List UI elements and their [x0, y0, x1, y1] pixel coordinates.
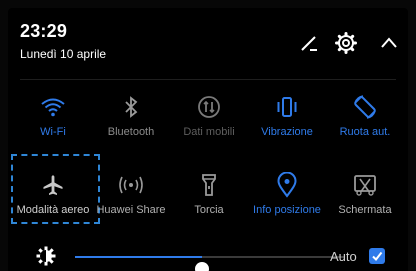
- huawei-share-icon: [94, 171, 168, 199]
- tile-label: Modalità aereo: [16, 204, 90, 216]
- tile-auto-rotate[interactable]: Ruota aut.: [328, 93, 402, 149]
- tile-vibration[interactable]: Vibrazione: [250, 93, 324, 149]
- airplane-icon: [16, 171, 90, 199]
- tile-label: Huawei Share: [96, 204, 166, 216]
- tile-mobile-data[interactable]: Dati mobili: [172, 93, 246, 149]
- brightness-slider[interactable]: [75, 256, 345, 271]
- tile-label: Ruota aut.: [339, 126, 391, 138]
- checkmark-icon: [372, 251, 383, 262]
- quick-settings-panel: 23:29 Lunedì 10 aprile Wi-Fi Bluetooth D…: [8, 8, 408, 271]
- pencil-edit-icon[interactable]: [296, 30, 322, 56]
- wifi-icon: [16, 93, 90, 121]
- date-label: Lunedì 10 aprile: [20, 47, 107, 61]
- brightness-row: Auto: [8, 244, 408, 271]
- tile-flashlight[interactable]: Torcia: [172, 171, 246, 227]
- screenshot-icon: [328, 171, 402, 199]
- tile-label: Wi-Fi: [40, 126, 66, 138]
- tile-location[interactable]: Info posizione: [250, 171, 324, 227]
- header-divider: [20, 79, 396, 80]
- tile-airplane-mode[interactable]: Modalità aereo: [16, 171, 90, 227]
- tile-label: Bluetooth: [107, 126, 155, 138]
- brightness-slider-fill: [75, 256, 202, 258]
- brightness-slider-thumb[interactable]: [194, 262, 209, 271]
- gear-icon[interactable]: [333, 30, 359, 56]
- tile-wifi[interactable]: Wi-Fi: [16, 93, 90, 149]
- tile-huawei-share[interactable]: Huawei Share: [94, 171, 168, 227]
- auto-rotate-icon: [328, 93, 402, 121]
- tile-label: Torcia: [194, 204, 224, 216]
- location-icon: [250, 171, 324, 199]
- auto-brightness-label: Auto: [330, 249, 357, 264]
- tile-bluetooth[interactable]: Bluetooth: [94, 93, 168, 149]
- tile-label: Schermata: [338, 204, 392, 216]
- clock-time: 23:29: [20, 21, 68, 41]
- tile-screenshot[interactable]: Schermata: [328, 171, 402, 227]
- mobile-data-icon: [172, 93, 246, 121]
- vibration-icon: [250, 93, 324, 121]
- tile-label: Vibrazione: [261, 126, 313, 138]
- brightness-icon: [34, 244, 58, 268]
- bluetooth-icon: [94, 93, 168, 121]
- tile-label: Dati mobili: [183, 126, 235, 138]
- auto-brightness-checkbox[interactable]: [369, 248, 385, 264]
- tile-label: Info posizione: [253, 204, 321, 216]
- chevron-up-icon[interactable]: [376, 30, 402, 56]
- flashlight-icon: [172, 171, 246, 199]
